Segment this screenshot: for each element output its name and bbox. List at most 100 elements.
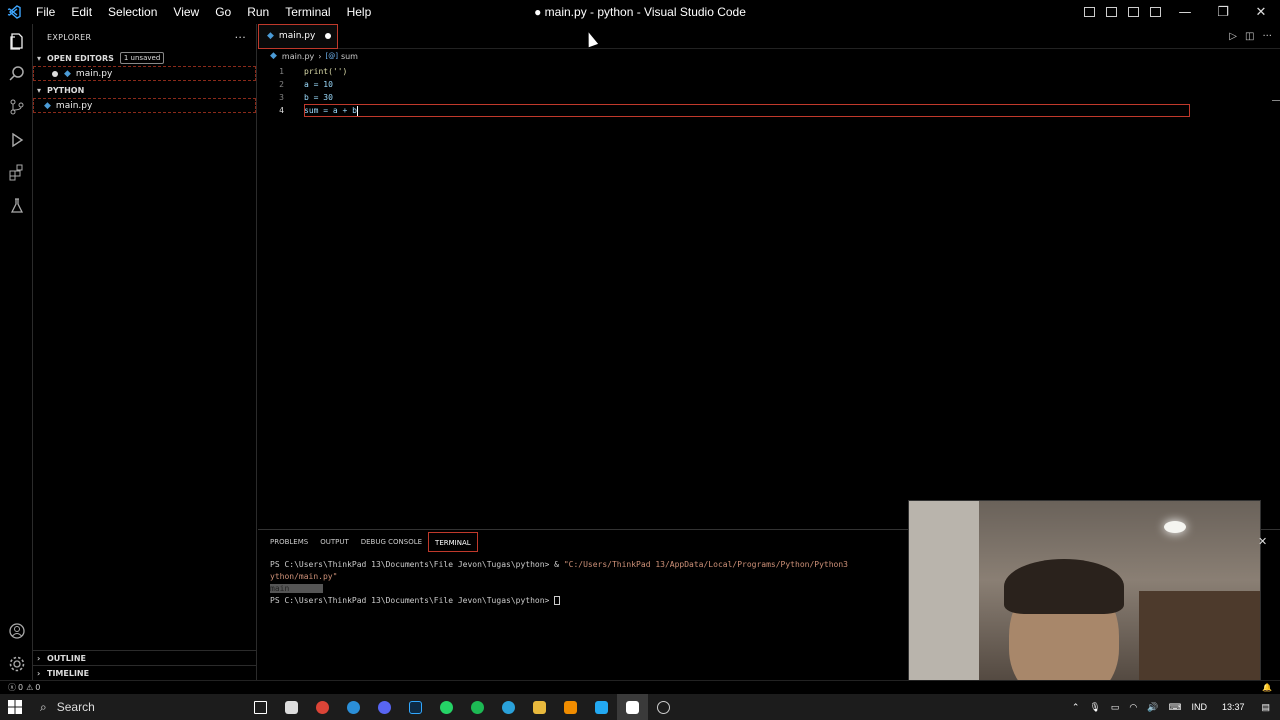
toggle-secondary-sidebar-icon[interactable] [1122,0,1144,24]
task-view-icon[interactable] [245,694,276,720]
wifi-icon[interactable]: ◠ [1129,702,1137,713]
line-content: b = 30 [304,93,333,102]
close-window-icon[interactable]: ✕ [1242,0,1280,24]
clock-time[interactable]: 13:37 [1222,702,1245,712]
run-file-icon[interactable]: ▷ [1229,31,1237,42]
menu-selection[interactable]: Selection [100,0,165,24]
photoshop-icon[interactable] [400,694,431,720]
warnings-icon[interactable]: ⚠ [26,683,33,692]
chevron-down-icon: ▾ [37,85,42,95]
outline-section[interactable]: › OUTLINE [33,650,257,665]
python-file-icon: ◆ [270,51,277,61]
menu-terminal[interactable]: Terminal [277,0,338,24]
discord-icon[interactable] [369,694,400,720]
microphone-icon[interactable]: 🎙 [1089,702,1100,713]
notepad-icon[interactable] [617,694,648,720]
chrome-icon[interactable] [307,694,338,720]
language-indicator[interactable]: IND [1191,702,1207,712]
testing-icon[interactable] [0,189,33,222]
vlc-icon[interactable] [555,694,586,720]
tab-main-py[interactable]: ◆ main.py [258,23,338,49]
error-count[interactable]: 0 [18,683,23,692]
unsaved-dot-icon[interactable] [52,70,58,77]
terminal-prompt: PS C:\Users\ThinkPad 13\Documents\File J… [270,560,564,569]
restore-icon[interactable]: ❐ [1204,0,1242,24]
search-label: Search [56,700,95,714]
terminal-output: main [270,584,290,593]
windows-taskbar: ⌕ Search ⌃ 🎙 ▭ ◠ 🔊 ⌨ IND 13:37 ▤ [0,694,1280,720]
menu-edit[interactable]: Edit [63,0,100,24]
clock-app-icon[interactable] [648,694,679,720]
breadcrumb-symbol[interactable]: sum [341,52,358,61]
breadcrumb-file[interactable]: main.py [282,52,314,61]
code-line[interactable]: 2 a = 10 [258,78,1280,91]
chevron-up-icon[interactable]: ⌃ [1072,702,1080,713]
system-tray: ⌃ 🎙 ▭ ◠ 🔊 ⌨ IND 13:37 ▤ [1067,694,1280,720]
code-line[interactable]: 3 b = 30 [258,91,1280,104]
tab-debug-console[interactable]: DEBUG CONSOLE [355,532,428,552]
whatsapp-icon[interactable] [431,694,462,720]
chevron-right-icon: › [37,668,41,678]
tab-terminal[interactable]: TERMINAL [428,532,478,552]
minimize-icon[interactable]: — [1166,0,1204,24]
search-icon[interactable] [0,57,33,90]
tab-output[interactable]: OUTPUT [314,532,355,552]
line-content: print('') [304,67,348,76]
notification-center-icon[interactable]: ▤ [1261,702,1270,713]
customize-layout-icon[interactable] [1144,0,1166,24]
open-editors-label: OPEN EDITORS [47,53,114,63]
explorer-icon[interactable] [0,24,33,57]
timeline-section[interactable]: › TIMELINE [33,665,257,680]
warning-count[interactable]: 0 [35,683,40,692]
file-tree-item[interactable]: ◆ main.py [33,98,256,113]
tab-problems[interactable]: PROBLEMS [264,532,314,552]
keyboard-icon[interactable]: ⌨ [1168,702,1181,713]
folder-section[interactable]: ▾ PYTHON [33,82,256,98]
source-control-icon[interactable] [0,90,33,123]
file-explorer-icon[interactable] [524,694,555,720]
split-editor-icon[interactable]: ◫ [1245,31,1254,42]
run-debug-icon[interactable] [0,123,33,156]
outline-label: OUTLINE [47,653,86,663]
code-line[interactable]: 1 print('') [258,65,1280,78]
line-content: a = 10 [304,80,333,89]
chevron-down-icon: ▾ [37,53,42,63]
unsaved-dot-icon[interactable] [325,33,331,39]
explorer-sidebar: EXPLORER ··· ▾ OPEN EDITORS 1 unsaved ◆ … [33,24,257,680]
open-editor-item[interactable]: ◆ main.py [33,66,256,81]
vscode-taskbar-icon[interactable] [586,694,617,720]
spotify-icon[interactable] [462,694,493,720]
battery-icon[interactable]: ▭ [1111,702,1120,713]
menu-file[interactable]: File [28,0,63,24]
menu-go[interactable]: Go [207,0,239,24]
close-panel-icon[interactable]: ✕ [1258,535,1267,548]
start-windows-icon[interactable] [0,694,30,720]
more-actions-icon[interactable]: ··· [235,31,246,44]
open-editors-section[interactable]: ▾ OPEN EDITORS 1 unsaved [33,50,256,66]
line-number: 3 [279,93,284,102]
code-line-current[interactable]: 4 sum = a + b [258,104,1280,117]
toggle-sidebar-icon[interactable] [1078,0,1100,24]
webcam-overlay [908,500,1261,700]
telegram-icon[interactable] [493,694,524,720]
menu-help[interactable]: Help [339,0,380,24]
chevron-right-icon: › [318,51,322,61]
terminal-cursor [554,596,561,605]
current-line-highlight [304,104,1190,117]
edge-icon[interactable] [338,694,369,720]
volume-icon[interactable]: 🔊 [1147,702,1158,713]
notifications-bell-icon[interactable]: 🔔 [1262,683,1272,692]
taskbar-search[interactable]: ⌕ Search [30,694,245,720]
more-actions-icon[interactable]: ··· [1262,31,1272,42]
errors-icon[interactable]: ⓧ [8,682,16,693]
settings-gear-icon[interactable] [0,647,33,680]
code-editor[interactable]: 1 print('') 2 a = 10 3 b = 30 4 sum = a … [258,63,1280,117]
scrollbar[interactable] [1272,100,1280,101]
calculator-icon[interactable] [276,694,307,720]
extensions-icon[interactable] [0,156,33,189]
accounts-icon[interactable] [0,614,33,647]
toggle-panel-icon[interactable] [1100,0,1122,24]
menu-view[interactable]: View [165,0,207,24]
menu-run[interactable]: Run [239,0,277,24]
menu-bar: File Edit Selection View Go Run Terminal… [28,0,379,24]
